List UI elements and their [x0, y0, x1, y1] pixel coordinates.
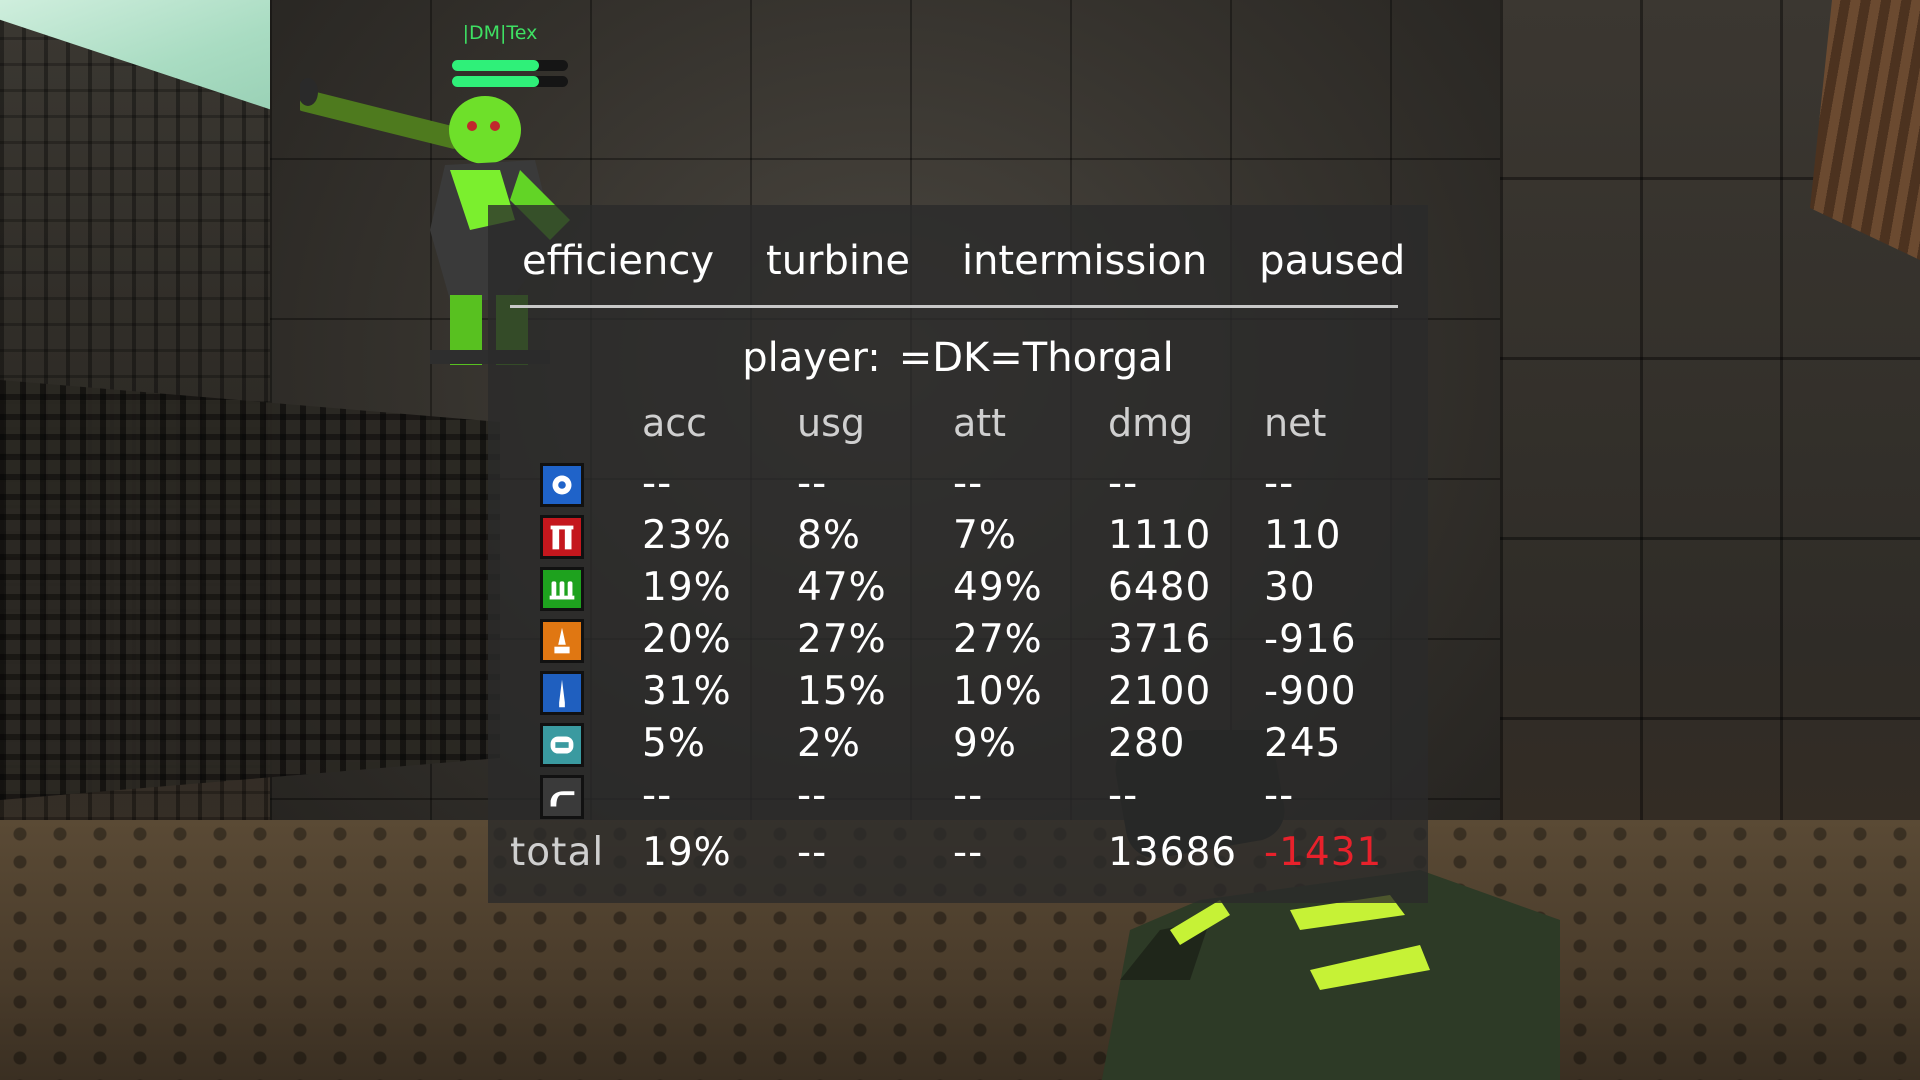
- cell-acc: 19%: [642, 565, 732, 610]
- cell-net: -916: [1264, 617, 1357, 662]
- cell-usg: 27%: [797, 617, 887, 662]
- cell-att: 7%: [953, 513, 1017, 558]
- tab-efficiency[interactable]: efficiency: [510, 238, 740, 284]
- rocket-launcher-icon: [540, 619, 584, 663]
- cell-acc: --: [642, 773, 673, 818]
- game-viewport: |DM|Tex efficiency turbine intermission …: [0, 0, 1920, 1080]
- opponent-health-fill: [452, 60, 539, 71]
- cell-usg: --: [797, 461, 828, 506]
- total-label: total: [510, 830, 605, 875]
- cell-usg: 8%: [797, 513, 861, 558]
- total-row: total 19% -- -- 13686 -1431: [488, 827, 1428, 879]
- tabs-divider: [510, 305, 1398, 308]
- table-row: 23% 8% 7% 1110 110: [488, 510, 1428, 562]
- stats-panel: efficiency turbine intermission paused p…: [488, 205, 1428, 903]
- player-name: =DK=Thorgal: [898, 335, 1174, 381]
- cell-acc: 20%: [642, 617, 732, 662]
- cell-acc: 5%: [642, 721, 706, 766]
- cell-usg: 2%: [797, 721, 861, 766]
- table-row: 19% 47% 49% 6480 30: [488, 562, 1428, 614]
- stats-tabs: efficiency turbine intermission paused: [510, 231, 1406, 291]
- tab-intermission[interactable]: intermission: [936, 238, 1233, 284]
- table-row: 31% 15% 10% 2100 -900: [488, 666, 1428, 718]
- cell-att: 9%: [953, 721, 1017, 766]
- table-row: 20% 27% 27% 3716 -916: [488, 614, 1428, 666]
- table-row: 5% 2% 9% 280 245: [488, 718, 1428, 770]
- cell-usg: 47%: [797, 565, 887, 610]
- lightning-gun-icon: [540, 723, 584, 767]
- total-dmg: 13686: [1108, 830, 1238, 875]
- column-header-net: net: [1264, 401, 1327, 445]
- cell-acc: --: [642, 461, 673, 506]
- column-header-usg: usg: [797, 401, 866, 445]
- cell-net: 245: [1264, 721, 1342, 766]
- cell-att: 27%: [953, 617, 1043, 662]
- cell-net: 30: [1264, 565, 1316, 610]
- opponent-armor-fill: [452, 76, 539, 87]
- cell-dmg: --: [1108, 461, 1139, 506]
- cell-acc: 31%: [642, 669, 732, 714]
- opponent-status-bars: [452, 60, 568, 90]
- cell-dmg: --: [1108, 773, 1139, 818]
- column-header-att: att: [953, 401, 1007, 445]
- column-header-acc: acc: [642, 401, 708, 445]
- railgun-icon: [540, 671, 584, 715]
- cell-acc: 23%: [642, 513, 732, 558]
- cell-dmg: 3716: [1108, 617, 1212, 662]
- tab-paused[interactable]: paused: [1233, 238, 1431, 284]
- cell-net: --: [1264, 461, 1295, 506]
- total-net: -1431: [1264, 830, 1383, 875]
- cell-net: 110: [1264, 513, 1342, 558]
- shotgun-icon: [540, 515, 584, 559]
- cell-dmg: 6480: [1108, 565, 1212, 610]
- opponent-nametag: |DM|Tex: [462, 22, 538, 44]
- tab-turbine[interactable]: turbine: [740, 238, 936, 284]
- player-label: player:: [742, 335, 881, 381]
- cell-att: 10%: [953, 669, 1043, 714]
- cell-usg: --: [797, 773, 828, 818]
- table-row: -- -- -- -- --: [488, 770, 1428, 822]
- player-line: player: =DK=Thorgal: [488, 335, 1428, 381]
- cell-net: -900: [1264, 669, 1357, 714]
- cell-att: 49%: [953, 565, 1043, 610]
- cell-dmg: 280: [1108, 721, 1186, 766]
- opponent-armor-bar: [452, 76, 568, 87]
- total-att: --: [953, 830, 984, 875]
- gauntlet-icon: [540, 463, 584, 507]
- cell-dmg: 1110: [1108, 513, 1212, 558]
- cell-usg: 15%: [797, 669, 887, 714]
- nailgun-icon: [540, 567, 584, 611]
- column-header-dmg: dmg: [1108, 401, 1194, 445]
- cell-net: --: [1264, 773, 1295, 818]
- cell-att: --: [953, 773, 984, 818]
- total-acc: 19%: [642, 830, 732, 875]
- machinegun-icon: [540, 775, 584, 819]
- opponent-health-bar: [452, 60, 568, 71]
- total-usg: --: [797, 830, 828, 875]
- cell-dmg: 2100: [1108, 669, 1212, 714]
- cell-att: --: [953, 461, 984, 506]
- table-row: -- -- -- -- --: [488, 458, 1428, 510]
- metal-grate: [0, 380, 500, 800]
